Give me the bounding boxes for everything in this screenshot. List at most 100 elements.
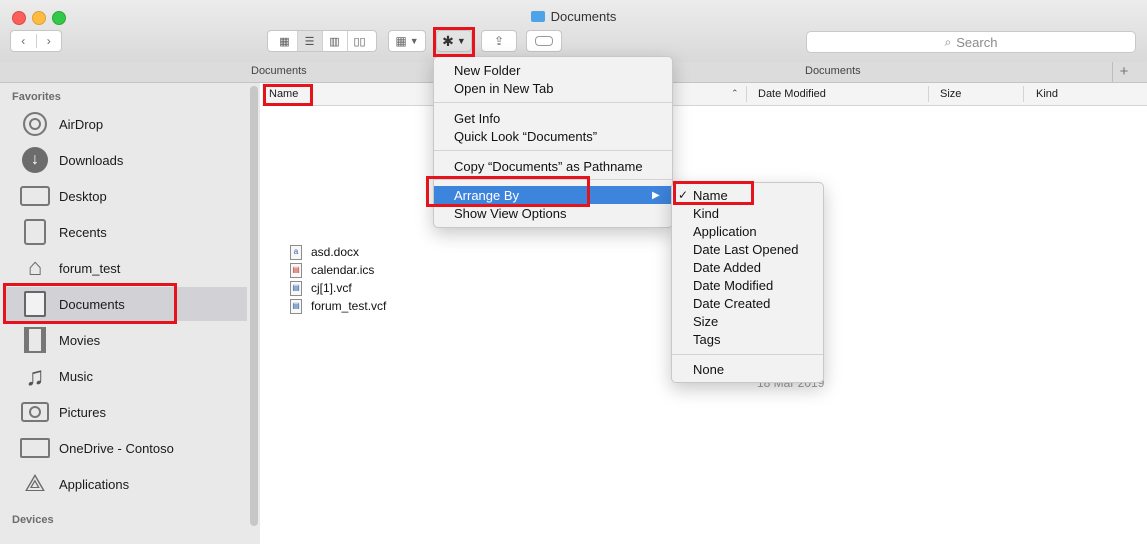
column-header-date-modified[interactable]: Date Modified bbox=[758, 88, 826, 100]
home-icon: ⌂ bbox=[27, 254, 43, 281]
back-forward-buttons: ‹ › bbox=[10, 30, 62, 52]
sidebar-favorites-header: Favorites bbox=[12, 91, 61, 103]
airdrop-icon bbox=[20, 109, 50, 139]
path-bar-right-label: Documents bbox=[805, 65, 861, 77]
search-field[interactable]: ⌕ Search bbox=[806, 31, 1136, 53]
tag-icon bbox=[535, 36, 553, 46]
sidebar-item-music[interactable]: ♫ Music bbox=[4, 359, 247, 393]
submenu-item-date-added[interactable]: Date Added bbox=[693, 258, 761, 276]
menu-item-new-folder[interactable]: New Folder bbox=[454, 61, 520, 79]
submenu-arrow-icon: ▶ bbox=[652, 189, 660, 201]
column-header-kind[interactable]: Kind bbox=[1036, 88, 1058, 100]
sidebar-item-label: forum_test bbox=[59, 260, 121, 276]
menu-separator bbox=[434, 150, 672, 151]
add-tab-button[interactable]: + bbox=[1112, 62, 1135, 82]
share-icon: ⇪ bbox=[493, 34, 505, 48]
file-name: calendar.ics bbox=[311, 263, 375, 277]
path-bar-left-label: Documents bbox=[251, 65, 307, 77]
docx-file-icon: a bbox=[290, 244, 302, 260]
group-by-button[interactable]: ▦ ▼ bbox=[388, 30, 426, 52]
share-button[interactable]: ⇪ bbox=[481, 30, 517, 52]
sidebar-item-desktop[interactable]: Desktop bbox=[4, 179, 247, 213]
window-title-text: Documents bbox=[550, 9, 617, 24]
submenu-item-kind[interactable]: Kind bbox=[693, 204, 719, 222]
file-name: forum_test.vcf bbox=[311, 299, 387, 313]
back-button[interactable]: ‹ bbox=[11, 34, 37, 48]
submenu-item-tags[interactable]: Tags bbox=[693, 330, 720, 348]
submenu-item-date-last-opened[interactable]: Date Last Opened bbox=[693, 240, 799, 258]
pictures-icon bbox=[20, 397, 50, 427]
folder-icon bbox=[530, 11, 545, 22]
icon-view-icon[interactable]: ▦ bbox=[273, 31, 298, 51]
annotation-box-name-column bbox=[263, 84, 313, 106]
file-row[interactable]: ▤ calendar.ics bbox=[290, 261, 374, 279]
desktop-icon bbox=[20, 181, 50, 211]
window-title: Documents bbox=[0, 9, 1147, 24]
sidebar-devices-header: Devices bbox=[12, 514, 54, 526]
applications-icon: ⟁ bbox=[24, 470, 46, 497]
sidebar-item-label: Downloads bbox=[59, 152, 124, 168]
sidebar-scrollbar[interactable] bbox=[250, 86, 258, 526]
sidebar-item-label: Recents bbox=[59, 224, 107, 240]
menu-item-copy-pathname[interactable]: Copy “Documents” as Pathname bbox=[454, 157, 643, 175]
sidebar-item-forum-test[interactable]: ⌂ forum_test bbox=[4, 251, 247, 285]
sidebar-item-movies[interactable]: Movies bbox=[4, 323, 247, 357]
menu-separator bbox=[672, 354, 823, 355]
submenu-item-date-created[interactable]: Date Created bbox=[693, 294, 770, 312]
sidebar-item-label: Desktop bbox=[59, 188, 107, 204]
column-divider[interactable] bbox=[746, 86, 747, 102]
music-icon: ♫ bbox=[25, 360, 45, 391]
downloads-icon: ↓ bbox=[20, 145, 50, 175]
file-row[interactable]: ▤ cj[1].vcf bbox=[290, 279, 352, 297]
chevron-down-icon: ▼ bbox=[409, 36, 419, 46]
ics-file-icon: ▤ bbox=[290, 262, 302, 278]
tags-button[interactable] bbox=[526, 30, 562, 52]
sort-ascending-icon: ⌃ bbox=[731, 88, 739, 98]
list-view-icon[interactable]: ☰ bbox=[297, 31, 323, 51]
column-divider[interactable] bbox=[1023, 86, 1024, 102]
annotation-box-name-option bbox=[673, 181, 754, 205]
sidebar-item-onedrive-contoso[interactable]: OneDrive - Contoso bbox=[4, 431, 247, 465]
file-name: asd.docx bbox=[311, 245, 360, 259]
search-placeholder: Search bbox=[956, 34, 998, 50]
vcf-file-icon: ▤ bbox=[290, 298, 302, 314]
movies-icon bbox=[20, 325, 50, 355]
submenu-item-none[interactable]: None bbox=[693, 360, 724, 378]
sidebar-item-label: AirDrop bbox=[59, 116, 104, 132]
file-row[interactable]: a asd.docx bbox=[290, 243, 359, 261]
menu-separator bbox=[434, 102, 672, 103]
sidebar-item-label: Movies bbox=[59, 332, 101, 348]
file-list-header bbox=[262, 83, 1147, 106]
submenu-item-size[interactable]: Size bbox=[693, 312, 718, 330]
sidebar-item-applications[interactable]: ⟁ Applications bbox=[4, 467, 247, 501]
group-grid-icon: ▦ bbox=[395, 34, 407, 48]
forward-button[interactable]: › bbox=[37, 34, 62, 48]
sidebar-item-label: Applications bbox=[59, 476, 130, 492]
arrange-by-submenu: ✓ Name Kind Application Date Last Opened… bbox=[671, 182, 824, 383]
annotation-box-gear bbox=[433, 27, 475, 57]
search-icon: ⌕ bbox=[944, 34, 952, 49]
menu-item-quick-look[interactable]: Quick Look “Documents” bbox=[454, 127, 597, 145]
annotation-box-documents bbox=[3, 283, 177, 324]
recents-icon bbox=[20, 217, 50, 247]
sidebar-item-recents[interactable]: Recents bbox=[4, 215, 247, 249]
folder-icon bbox=[20, 433, 50, 463]
sidebar-item-downloads[interactable]: ↓ Downloads bbox=[4, 143, 247, 177]
file-row[interactable]: ▤ forum_test.vcf bbox=[290, 297, 386, 315]
file-name: cj[1].vcf bbox=[311, 281, 352, 295]
column-view-icon[interactable]: ▥ bbox=[323, 31, 348, 51]
submenu-item-application[interactable]: Application bbox=[693, 222, 757, 240]
sidebar-item-label: OneDrive - Contoso bbox=[59, 440, 174, 456]
sidebar-item-pictures[interactable]: Pictures bbox=[4, 395, 247, 429]
annotation-box-arrange-by bbox=[426, 176, 590, 207]
sidebar-item-label: Music bbox=[59, 368, 93, 384]
menu-item-open-in-new-tab[interactable]: Open in New Tab bbox=[454, 79, 554, 97]
vcf-file-icon: ▤ bbox=[290, 280, 302, 296]
submenu-item-date-modified[interactable]: Date Modified bbox=[693, 276, 773, 294]
view-mode-segmented-control: ▦ ☰ ▥ ▯▯ bbox=[267, 30, 377, 52]
sidebar-item-airdrop[interactable]: AirDrop bbox=[4, 107, 247, 141]
column-header-size[interactable]: Size bbox=[940, 88, 961, 100]
menu-item-get-info[interactable]: Get Info bbox=[454, 109, 500, 127]
column-divider[interactable] bbox=[928, 86, 929, 102]
gallery-view-icon[interactable]: ▯▯ bbox=[348, 31, 372, 51]
